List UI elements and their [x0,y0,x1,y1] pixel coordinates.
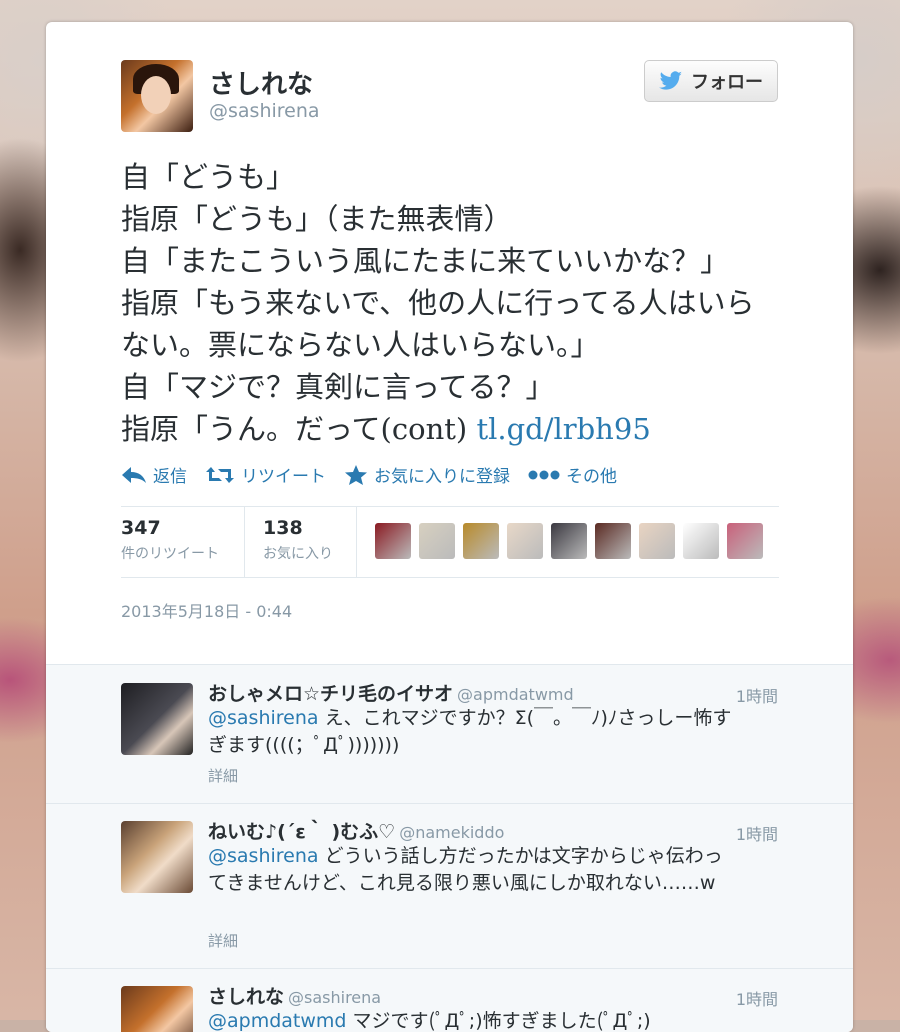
tweet-text: 自「どうも」 指原「どうも」（また無表情） 自「またこういう風にたまに来ていいか… [121,156,781,450]
reply-list: おしゃメロ☆チリ毛のイサオ @apmdatwmd 1時間 @sashirena え… [46,664,853,1032]
reply-text: @sashirena え、これマジですか？Σ(￣。￣ﾉ)ﾉさっしー怖すぎます((… [208,705,738,759]
tweet-stats: 347 件のリツイート 138 お気に入り [121,506,779,578]
author-handle[interactable]: @sashirena [209,100,320,122]
more-dots-icon [528,470,560,479]
reply-author[interactable]: さしれな @sashirena [208,982,381,1009]
reply-author[interactable]: おしゃメロ☆チリ毛のイサオ @apmdatwmd [208,679,574,706]
reply-time[interactable]: 1時間 [736,683,778,707]
stats-divider [244,507,245,577]
more-label: その他 [566,467,617,487]
reply-time[interactable]: 1時間 [736,986,778,1010]
reply-author-name: ねいむ♪(´ε｀ )むふ♡ [208,821,396,843]
favorite-action[interactable]: お気に入りに登録 [344,462,510,487]
more-action[interactable]: その他 [528,462,617,487]
avatar-glasses[interactable] [727,523,763,559]
retweet-count[interactable]: 347 件のリツイート [121,517,219,563]
reply-mention[interactable]: @sashirena [208,707,319,729]
reply-time[interactable]: 1時間 [736,821,778,845]
avatar-bride[interactable] [419,523,455,559]
reply-item[interactable]: おしゃメロ☆チリ毛のイサオ @apmdatwmd 1時間 @sashirena え… [46,665,853,804]
tweet-actions: 返信 リツイート お気に入りに登録 その他 [121,462,617,487]
reply-author-name: おしゃメロ☆チリ毛のイサオ [208,683,454,705]
retweet-label: リツイート [241,467,326,487]
reply-avatar[interactable] [121,683,193,755]
avatar-girl[interactable] [507,523,543,559]
tweet-link[interactable]: tl.gd/lrbh95 [476,412,650,446]
reply-action[interactable]: 返信 [121,462,187,487]
avatar-drawn-face[interactable] [683,523,719,559]
reply-author-name: さしれな [208,986,285,1008]
reply-body: マジです(ﾟДﾟ;)怖すぎました(ﾟДﾟ;) [346,1010,651,1032]
follow-button[interactable]: フォロー [644,60,778,102]
follow-label: フォロー [691,72,763,93]
reply-mention[interactable]: @sashirena [208,845,319,867]
twitter-bird-icon [659,71,682,90]
retweet-action[interactable]: リツイート [205,462,326,487]
avatar-light[interactable] [639,523,675,559]
stats-divider [356,507,357,577]
reply-item[interactable]: ねいむ♪(´ε｀ )むふ♡ @namekiddo 1時間 @sashirena ど… [46,803,853,969]
avatar-dark[interactable] [595,523,631,559]
favorite-count[interactable]: 138 お気に入り [263,517,333,563]
author-name[interactable]: さしれな [209,64,313,101]
reply-label: 返信 [153,467,187,487]
reply-mention[interactable]: @apmdatwmd [208,1010,346,1032]
favorite-label: お気に入りに登録 [374,467,510,487]
author-avatar[interactable] [121,60,193,132]
reply-author-handle: @apmdatwmd [457,685,574,704]
favoriter-avatars [375,523,763,559]
reply-text: @apmdatwmd マジです(ﾟДﾟ;)怖すぎました(ﾟДﾟ;) [208,1008,738,1032]
tweet-date[interactable]: 2013年5月18日 - 0:44 [121,598,292,622]
retweet-count-value: 347 [121,517,161,539]
reply-detail-link[interactable]: 詳細 [208,765,238,786]
tweet-body: 自「どうも」 指原「どうも」（また無表情） 自「またこういう風にたまに来ていいか… [121,160,755,446]
reply-text: @sashirena どういう話し方だったかは文字からじゃ伝わってきませんけど、… [208,843,738,897]
tweet-header: さしれな @sashirena フォロー [121,60,778,136]
tweet-card: さしれな @sashirena フォロー 自「どうも」 指原「どうも」（また無表… [46,22,853,1032]
retweet-icon [206,466,234,483]
favorite-count-label: お気に入り [263,546,333,562]
favorite-count-value: 138 [263,517,303,539]
reply-icon [122,466,146,483]
avatar-couple[interactable] [551,523,587,559]
reply-avatar[interactable] [121,986,193,1032]
reply-author-handle: @namekiddo [399,823,505,842]
star-icon [345,464,367,485]
avatar-bear[interactable] [463,523,499,559]
reply-detail-link[interactable]: 詳細 [208,930,238,951]
retweet-count-label: 件のリツイート [121,546,219,562]
reply-author-handle: @sashirena [288,988,382,1007]
reply-item[interactable]: さしれな @sashirena 1時間 @apmdatwmd マジです(ﾟДﾟ;)… [46,968,853,1032]
reply-author[interactable]: ねいむ♪(´ε｀ )むふ♡ @namekiddo [208,817,504,844]
avatar-red[interactable] [375,523,411,559]
reply-avatar[interactable] [121,821,193,893]
